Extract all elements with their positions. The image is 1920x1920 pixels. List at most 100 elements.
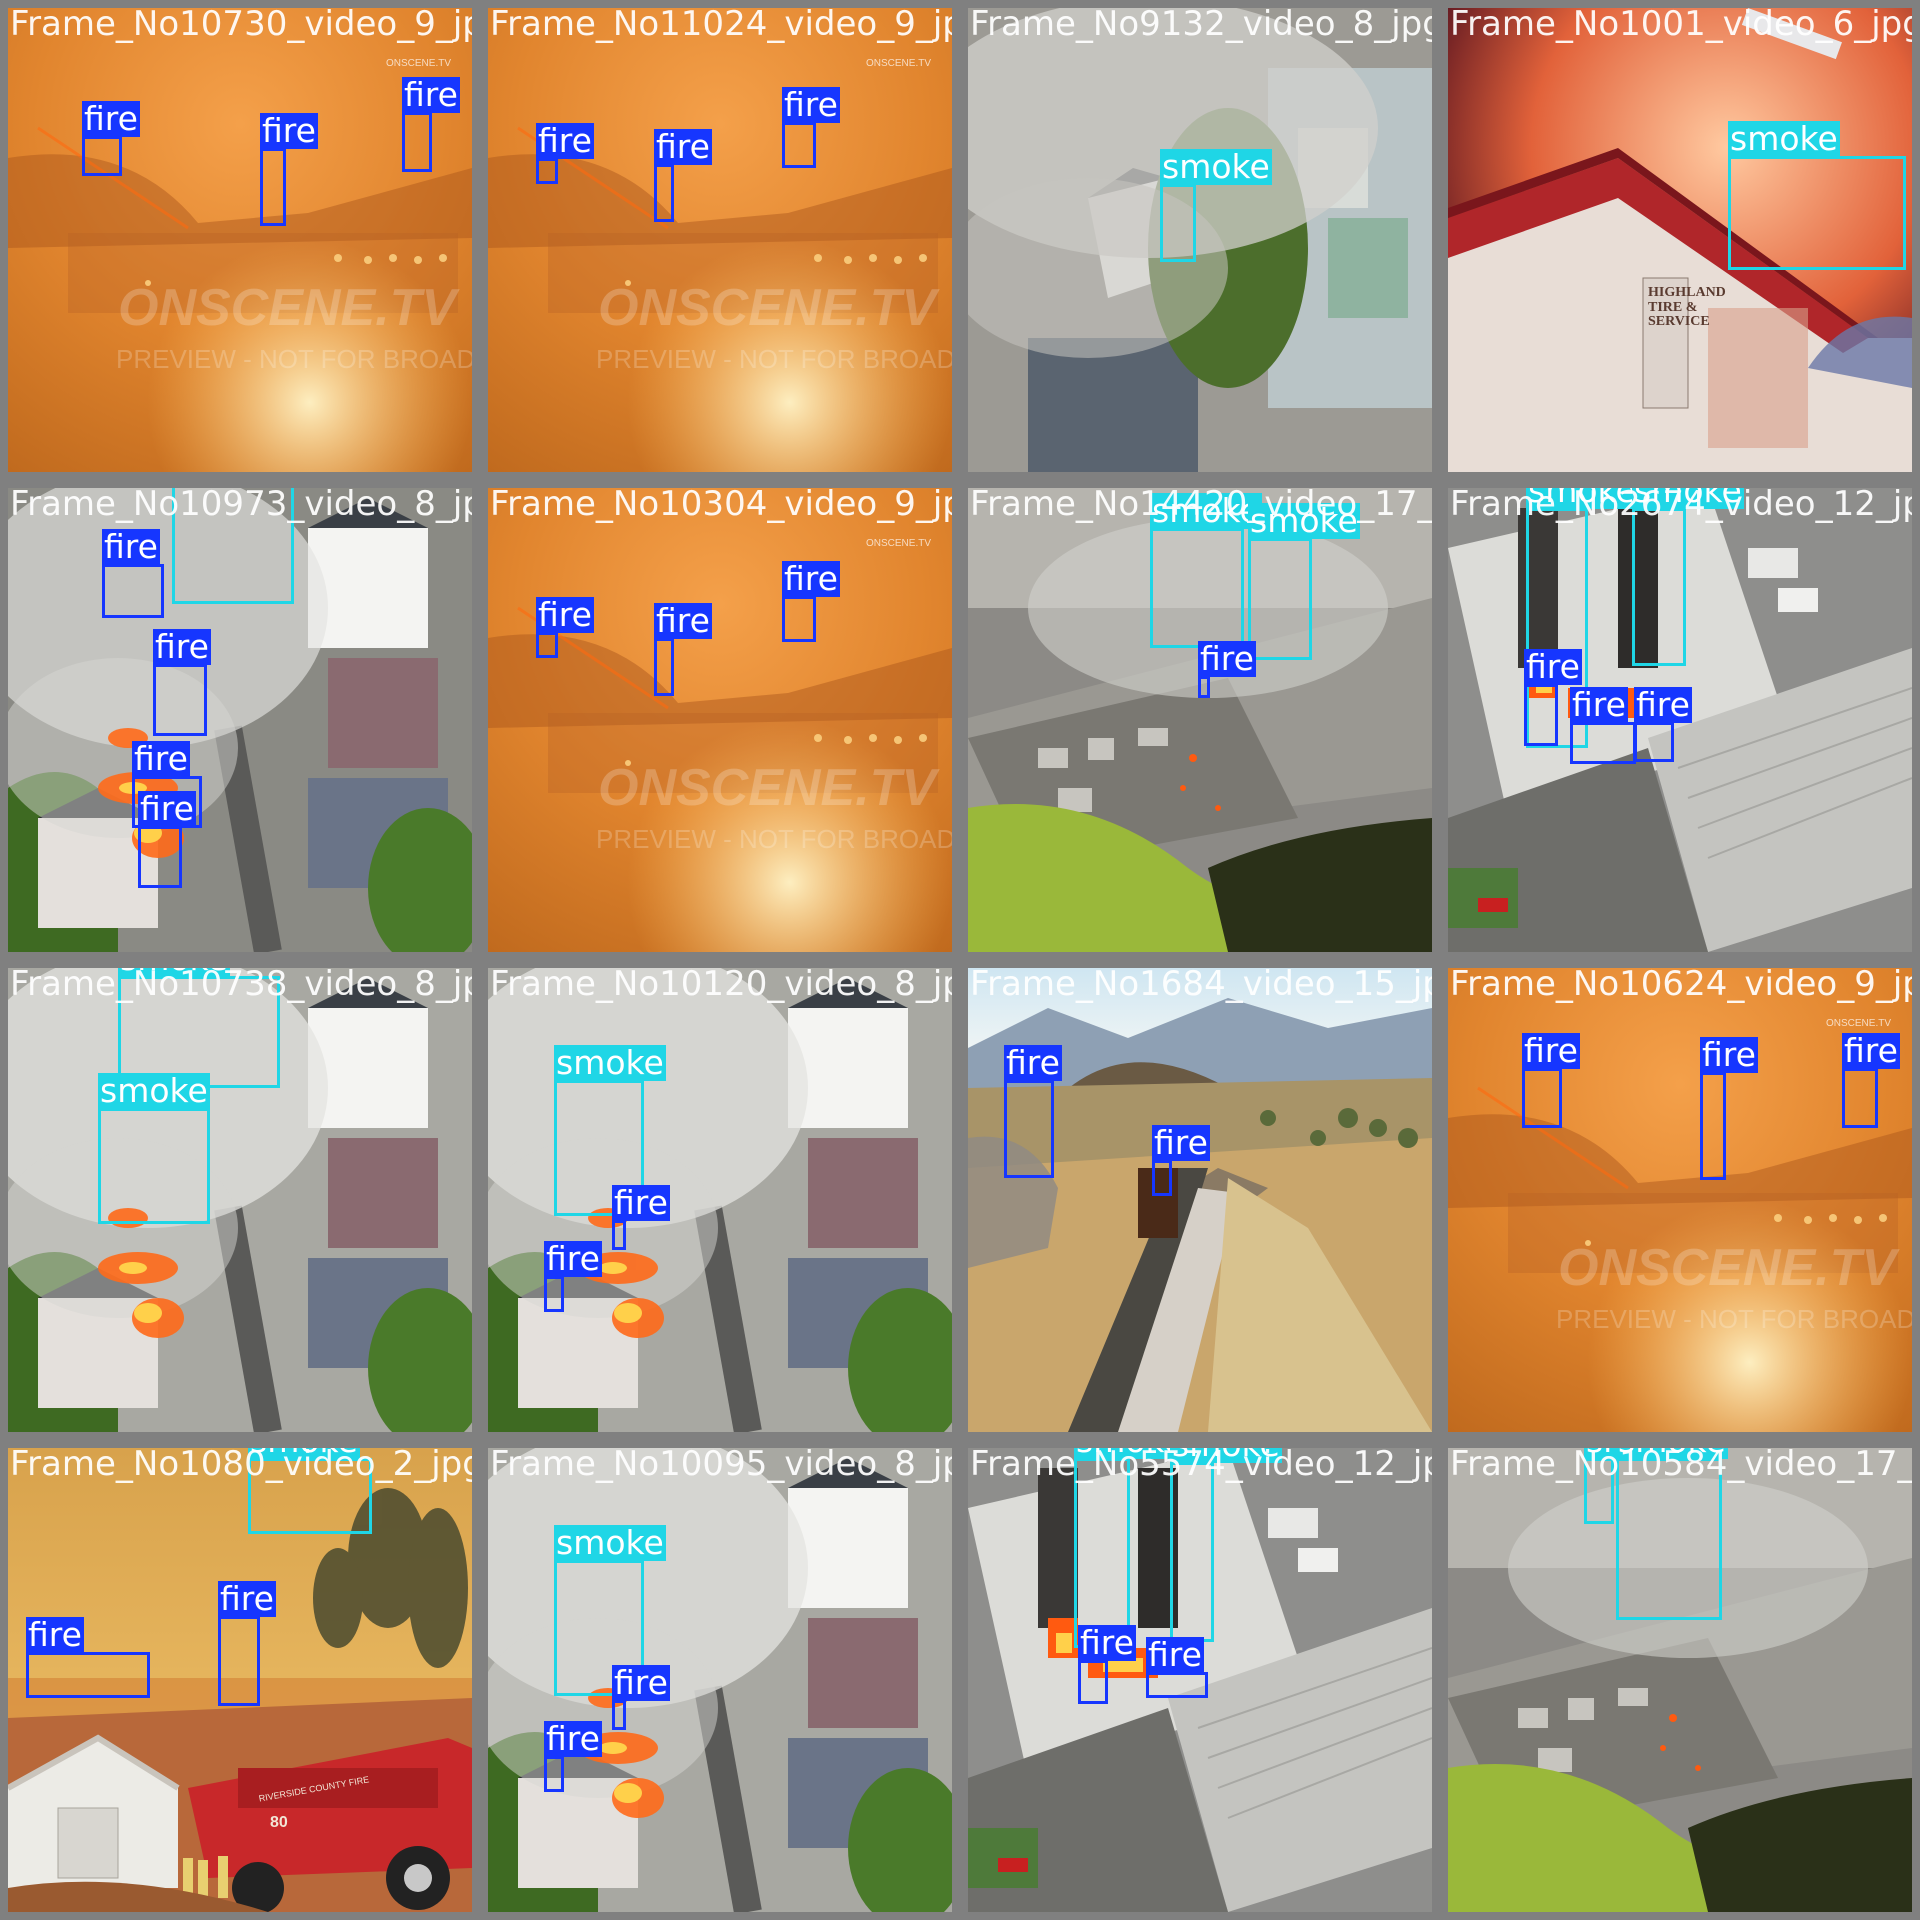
detection-label: fire <box>536 121 594 160</box>
fire-detection-box: fire <box>26 1617 150 1698</box>
smoke-detection-box: smoke <box>1074 1448 1186 1648</box>
detection-label: smoke <box>1074 1448 1186 1459</box>
fire-detection-box: fire <box>1152 1125 1210 1196</box>
fire-detection-box: fire <box>82 101 140 176</box>
detection-label: fire <box>544 1719 602 1758</box>
fire-detection-box: fire <box>218 1581 276 1706</box>
detection-label: fire <box>1570 685 1628 724</box>
scene-photo <box>488 8 952 472</box>
image-tile: smokesmokeFrame_No10738_video_8_jpg.rf.d… <box>8 968 472 1432</box>
detection-label: fire <box>544 1239 602 1278</box>
scene-photo <box>968 968 1432 1432</box>
detection-label: fire <box>1522 1031 1580 1070</box>
scene-photo <box>968 8 1432 472</box>
detection-label: fire <box>612 1663 670 1702</box>
detection-label: fire <box>1146 1635 1204 1674</box>
corner-logo: ONSCENE.TV <box>386 58 452 69</box>
detection-label: fire <box>1078 1623 1136 1662</box>
detection-label: smoke <box>1632 488 1744 509</box>
detection-label: smoke <box>248 1448 360 1459</box>
detection-label: fire <box>26 1615 84 1654</box>
detection-label: fire <box>782 559 840 598</box>
detection-label: smoke <box>1728 119 1840 158</box>
watermark-text: PREVIEW - NOT FOR BROADCAST <box>596 824 952 854</box>
detection-label: fire <box>1524 647 1582 686</box>
detection-label: fire <box>82 99 140 138</box>
detection-mosaic: ONSCENE.TV PREVIEW - NOT FOR BROADCAST ONS… <box>0 0 1920 1920</box>
fire-detection-box: fire <box>1570 687 1636 764</box>
detection-label: fire <box>1198 639 1256 678</box>
image-tile: ONSCENE.TV PREVIEW - NOT FOR BROADCAST ONS… <box>488 8 952 472</box>
fire-detection-box: fire <box>782 561 840 642</box>
smoke-detection-box: smoke <box>248 1448 372 1534</box>
smoke-detection-box: smoke <box>172 488 294 604</box>
smoke-detection-box: smoke <box>1728 121 1906 270</box>
detection-label: fire <box>654 127 712 166</box>
fire-detection-box: fire <box>1524 649 1582 746</box>
fire-detection-box: fire <box>138 791 196 888</box>
fire-detection-box: fire <box>1146 1637 1208 1698</box>
corner-logo: ONSCENE.TV <box>1826 1018 1892 1029</box>
fire-detection-box: fire <box>1842 1033 1900 1128</box>
smoke-detection-box: smoke <box>1616 1448 1728 1620</box>
image-tile: smokesmokefirefireFrame_No5574_video_12_… <box>968 1448 1432 1912</box>
smoke-detection-box: smoke <box>1584 1448 1696 1524</box>
fire-detection-box: fire <box>1700 1037 1758 1180</box>
detection-label: fire <box>260 111 318 150</box>
image-tile: ONSCENE.TV PREVIEW - NOT FOR BROADCAST ONS… <box>488 488 952 952</box>
watermark-logo: ONSCENE.TV <box>598 759 937 817</box>
fire-detection-box: fire <box>612 1185 670 1250</box>
fire-detection-box: fire <box>544 1241 602 1312</box>
fire-detection-box: fire <box>402 77 460 172</box>
smoke-detection-box: smoke <box>98 1073 210 1224</box>
scene-photo <box>488 488 952 952</box>
detection-label: smoke <box>554 1043 666 1082</box>
detection-label: fire <box>218 1579 276 1618</box>
detection-label: smoke <box>1170 1448 1282 1463</box>
fire-detection-box: fire <box>612 1665 670 1730</box>
fire-detection-box: fire <box>654 603 712 696</box>
detection-label: smoke <box>1248 501 1360 540</box>
detection-label: smoke <box>1160 147 1272 186</box>
fire-detection-box: fire <box>153 629 211 736</box>
fire-detection-box: fire <box>1078 1625 1136 1704</box>
image-tile: smokefirefireFrame_No10120_video_8_jpg.r… <box>488 968 952 1432</box>
detection-label: fire <box>1152 1123 1210 1162</box>
detection-label: fire <box>1004 1043 1062 1082</box>
watermark-text: PREVIEW - NOT FOR BROADCAST <box>116 344 472 374</box>
detection-label: fire <box>1700 1035 1758 1074</box>
fire-detection-box: fire <box>654 129 712 222</box>
smoke-detection-box: smoke <box>1160 149 1272 262</box>
fire-detection-box: fire <box>536 123 594 184</box>
detection-label: fire <box>612 1183 670 1222</box>
detection-label: fire <box>132 739 190 778</box>
detection-label: smoke <box>1616 1448 1728 1459</box>
smoke-detection-box: smoke <box>1170 1448 1282 1642</box>
detection-label: fire <box>782 85 840 124</box>
detection-label: fire <box>654 601 712 640</box>
smoke-detection-box: smoke <box>1248 503 1360 660</box>
fire-detection-box: fire <box>260 113 318 226</box>
fire-detection-box: fire <box>102 529 164 618</box>
watermark-logo: ONSCENE.TV <box>1558 1239 1897 1297</box>
detection-label: smoke <box>1150 491 1262 530</box>
fire-detection-box: fire <box>536 597 594 658</box>
detection-label: fire <box>402 75 460 114</box>
image-tile: smokefirefireFrame_No10095_video_8_jpg.r… <box>488 1448 952 1912</box>
image-tile: ONSCENE.TV PREVIEW - NOT FOR BROADCAST ONS… <box>1448 968 1912 1432</box>
image-tile: HIGHLAND TIRE & SERVICE smoke Frame_No1001… <box>1448 8 1912 472</box>
image-tile: firefireFrame_No1684_video_15_jpg.rf.e8d… <box>968 968 1432 1432</box>
watermark-text: PREVIEW - NOT FOR BROADCAST <box>596 344 952 374</box>
detection-label: fire <box>536 595 594 634</box>
detection-label: fire <box>1842 1031 1900 1070</box>
detection-label: fire <box>102 527 160 566</box>
fire-detection-box: fire <box>1198 641 1256 698</box>
image-tile: smokefirefirefirefireFrame_No10973_video… <box>8 488 472 952</box>
image-tile: smokesmokefireFrame_No14420_video_17_jpg… <box>968 488 1432 952</box>
fire-detection-box: fire <box>1634 687 1692 762</box>
fire-detection-box: fire <box>1004 1045 1062 1178</box>
truck-number: 80 <box>270 1814 288 1831</box>
corner-logo: ONSCENE.TV <box>866 538 932 549</box>
shop-sign: HIGHLAND TIRE & SERVICE <box>1648 285 1726 330</box>
image-tile: smokeFrame_No9132_video_8_jpg.rf.b2e01f6… <box>968 8 1432 472</box>
